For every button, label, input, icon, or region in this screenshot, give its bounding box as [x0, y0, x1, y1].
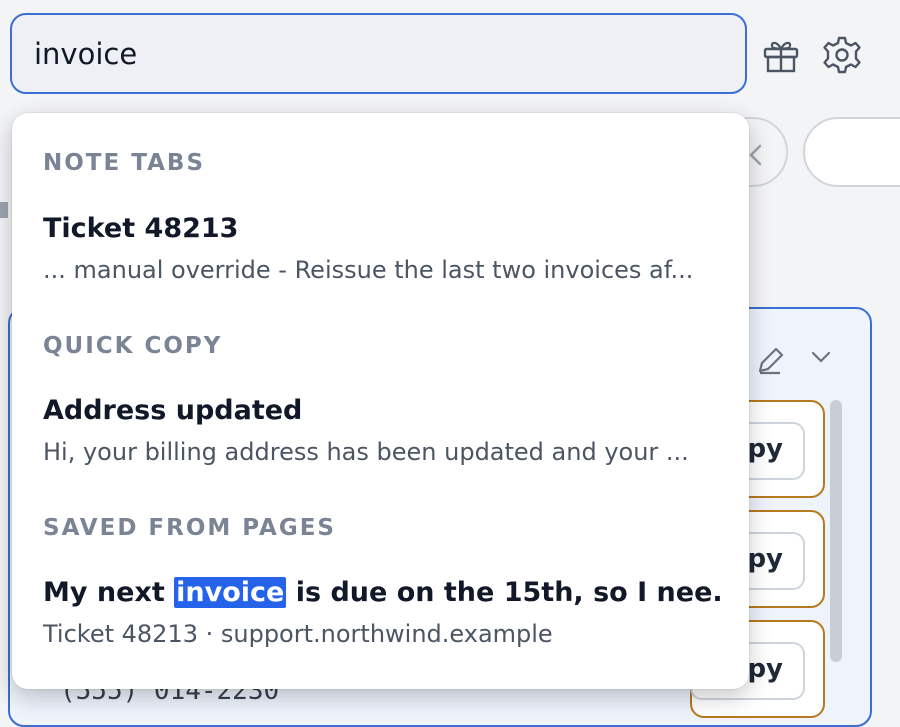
result-item[interactable]: Ticket 48213 ... manual override - Reiss… — [43, 213, 723, 284]
result-subtitle: Hi, your billing address has been update… — [43, 438, 689, 466]
search-match-highlight: invoice — [174, 577, 287, 608]
background-sliver — [0, 202, 8, 218]
search-input[interactable] — [34, 36, 714, 71]
gear-icon[interactable] — [821, 34, 863, 76]
search-results-dropdown: NOTE TABS Ticket 48213 ... manual overri… — [12, 113, 749, 689]
result-item[interactable]: My next invoice is due on the 15th, so I… — [43, 577, 723, 648]
section-header-note-tabs: NOTE TABS — [43, 150, 206, 176]
result-title-after: is due on the 15th, so I nee... — [286, 577, 723, 608]
result-title-before: My next — [43, 577, 175, 608]
result-item[interactable]: Address updated Hi, your billing address… — [43, 395, 723, 466]
search-box[interactable] — [10, 13, 747, 94]
result-subtitle: ... manual override - Reissue the last t… — [43, 256, 694, 284]
scrollbar-thumb[interactable] — [830, 400, 842, 662]
result-title: My next invoice is due on the 15th, so I… — [43, 577, 723, 608]
chevron-down-icon[interactable] — [810, 349, 832, 365]
pencil-icon[interactable] — [752, 343, 788, 379]
result-title: Ticket 48213 — [43, 213, 239, 244]
result-subtitle: Ticket 48213 · support.northwind.example — [43, 620, 553, 648]
section-header-quick-copy: QUICK COPY — [43, 333, 223, 359]
section-header-saved-from-pages: SAVED FROM PAGES — [43, 515, 336, 541]
chevron-left-icon — [749, 144, 762, 166]
background-pill[interactable] — [803, 117, 900, 187]
gift-icon[interactable] — [760, 34, 802, 76]
result-title: Address updated — [43, 395, 303, 426]
